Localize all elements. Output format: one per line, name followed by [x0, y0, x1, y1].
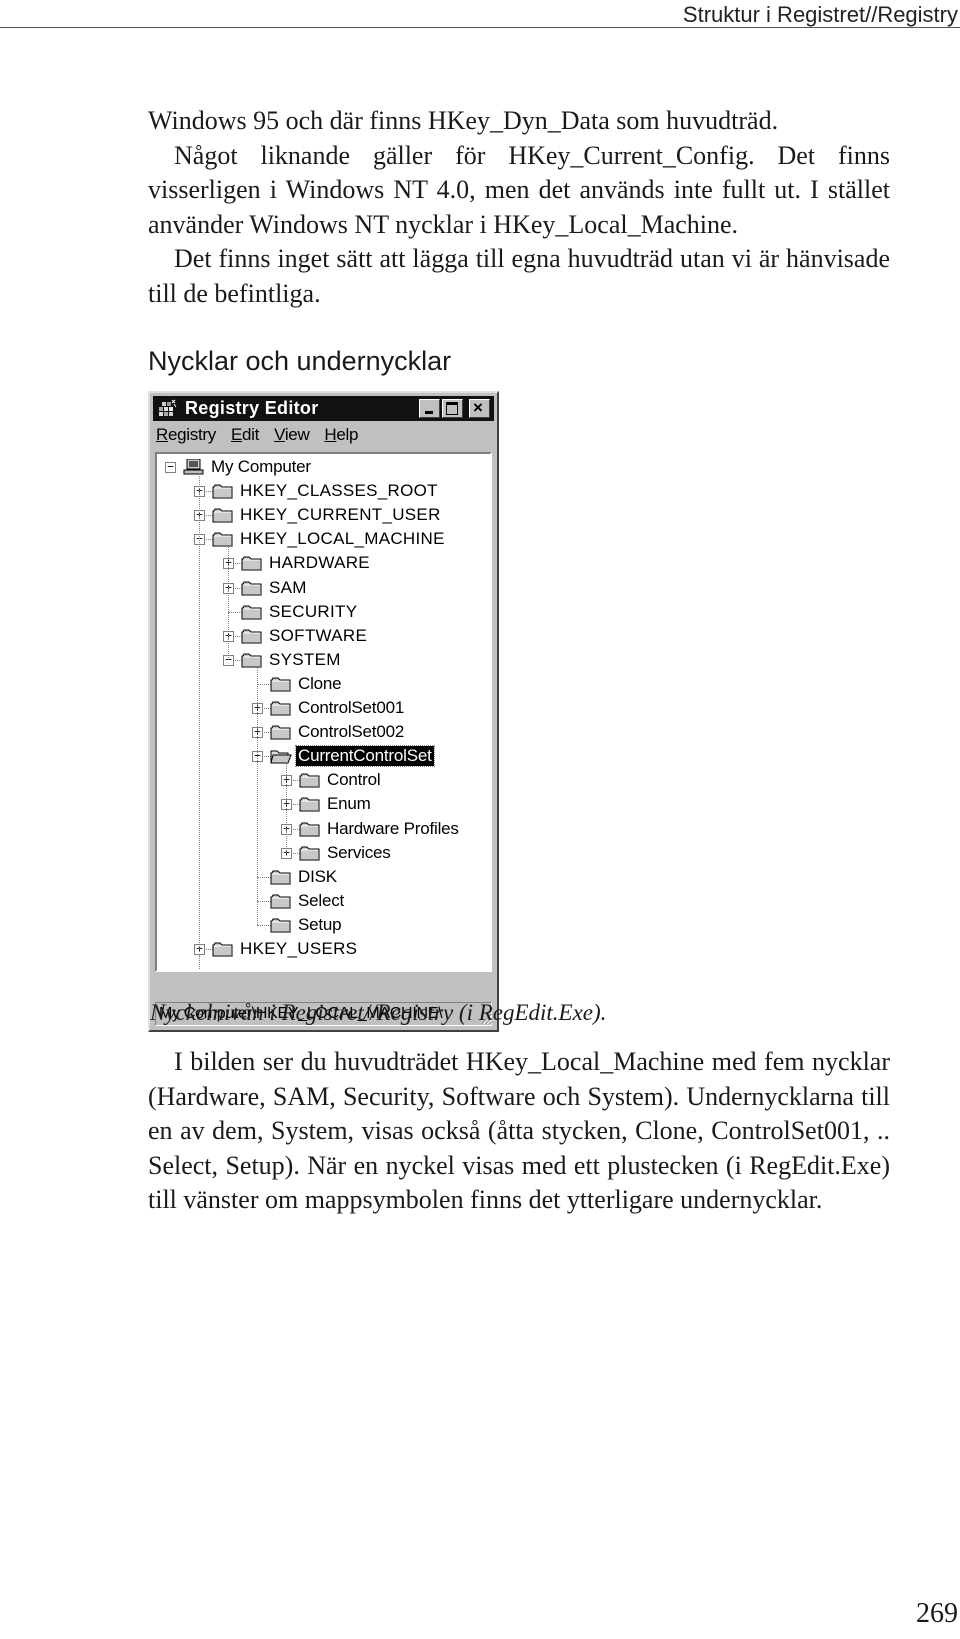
menu-help[interactable]: Help [324, 425, 358, 445]
tree-node-label: HKEY_CURRENT_USER [240, 505, 441, 525]
tree-node-label: Control [327, 770, 381, 790]
tree-connector [199, 473, 200, 949]
folder-icon [270, 701, 291, 716]
running-head-title: Struktur i Registret//Registry [682, 2, 958, 27]
tree-connector [286, 762, 287, 853]
folder-icon [270, 870, 291, 885]
folder-icon [270, 894, 291, 909]
tree-connector [257, 683, 271, 685]
folder-icon [212, 942, 233, 957]
tree-connector [228, 611, 242, 613]
tree-node-label: HKEY_CLASSES_ROOT [240, 481, 438, 501]
menu-bar: Registry Edit View Help [156, 425, 373, 449]
tree-connector [257, 924, 271, 926]
tree-node-label: Hardware Profiles [327, 818, 459, 838]
collapse-icon[interactable]: − [165, 461, 176, 473]
tree-node-label: HARDWARE [269, 553, 370, 573]
folder-icon [241, 653, 262, 668]
tree-node-label: SECURITY [269, 601, 358, 621]
tree-connector [257, 900, 271, 902]
paragraph: Det finns inget sätt att lägga till egna… [148, 244, 890, 308]
paragraph: I bilden ser du huvudträdet HKey_Local_M… [148, 1047, 890, 1214]
body-text-top: Windows 95 och där finns HKey_Dyn_Data s… [148, 104, 890, 311]
figure-caption: Nyckelnivån i Registret//Registry (i Reg… [150, 1000, 607, 1025]
folder-icon [299, 846, 320, 861]
tree-node-label: Setup [298, 914, 342, 934]
registry-editor-icon [159, 399, 177, 416]
tree-node-label: Services [327, 842, 391, 862]
tree-node-label: Enum [327, 794, 371, 814]
title-bar[interactable]: Registry Editor × [153, 396, 494, 421]
folder-icon [241, 629, 262, 644]
close-button[interactable]: × [469, 398, 490, 418]
folder-icon [299, 822, 320, 837]
menu-registry[interactable]: Registry [156, 425, 216, 445]
tree-node-label: SYSTEM [269, 649, 341, 669]
tree-node-label: HKEY_LOCAL_MACHINE [240, 529, 445, 549]
folder-icon [241, 605, 262, 620]
computer-icon [183, 459, 204, 475]
tree-node-label: HKEY_USERS [240, 939, 358, 958]
tree-node-label: SOFTWARE [269, 625, 368, 645]
minimize-button[interactable] [419, 399, 440, 418]
registry-editor-window: Registry Editor × Registry Edit View Help −… [148, 391, 499, 1032]
folder-icon [241, 581, 262, 596]
body-text-bottom: I bilden ser du huvudträdet HKey_Local_M… [148, 1045, 890, 1218]
folder-open-icon [270, 750, 292, 764]
folder-icon [212, 532, 233, 548]
window-title: Registry Editor [185, 398, 319, 418]
running-head: Struktur i Registret//Registry [0, 0, 960, 28]
folder-icon [299, 797, 320, 813]
folder-icon [241, 556, 262, 572]
tree-node-label: CurrentControlSet [295, 745, 435, 768]
folder-icon [270, 725, 291, 740]
tree-connector [257, 665, 258, 925]
folder-icon [212, 484, 233, 499]
tree-connector [228, 545, 229, 660]
menu-view[interactable]: View [274, 425, 310, 445]
registry-tree[interactable]: − My Computer + HKEY_CLASSES_ROOT + HKEY_CURR… [155, 452, 492, 972]
tree-node-label: ControlSet002 [298, 722, 405, 742]
tree-node-label: My Computer [211, 457, 311, 476]
tree-node-label: Select [298, 890, 345, 910]
paragraph: Något liknande gäller för HKey_Current_C… [148, 140, 890, 239]
tree-connector [257, 876, 271, 878]
tree-node-label: Clone [298, 673, 342, 693]
menu-edit[interactable]: Edit [231, 425, 259, 445]
page-number: 269 [916, 1598, 958, 1629]
tree-node-label: SAM [269, 577, 307, 597]
tree-connector [199, 955, 200, 970]
maximize-button[interactable] [442, 399, 463, 418]
folder-icon [270, 918, 291, 933]
tree-node-label: DISK [298, 866, 337, 886]
tree-node-label: ControlSet001 [298, 698, 405, 717]
folder-icon [212, 508, 233, 523]
folder-icon [299, 773, 320, 789]
close-icon: × [473, 398, 483, 417]
paragraph: Windows 95 och där finns HKey_Dyn_Data s… [148, 106, 779, 135]
section-heading: Nycklar och undernycklar [148, 346, 452, 376]
folder-icon [270, 677, 291, 692]
